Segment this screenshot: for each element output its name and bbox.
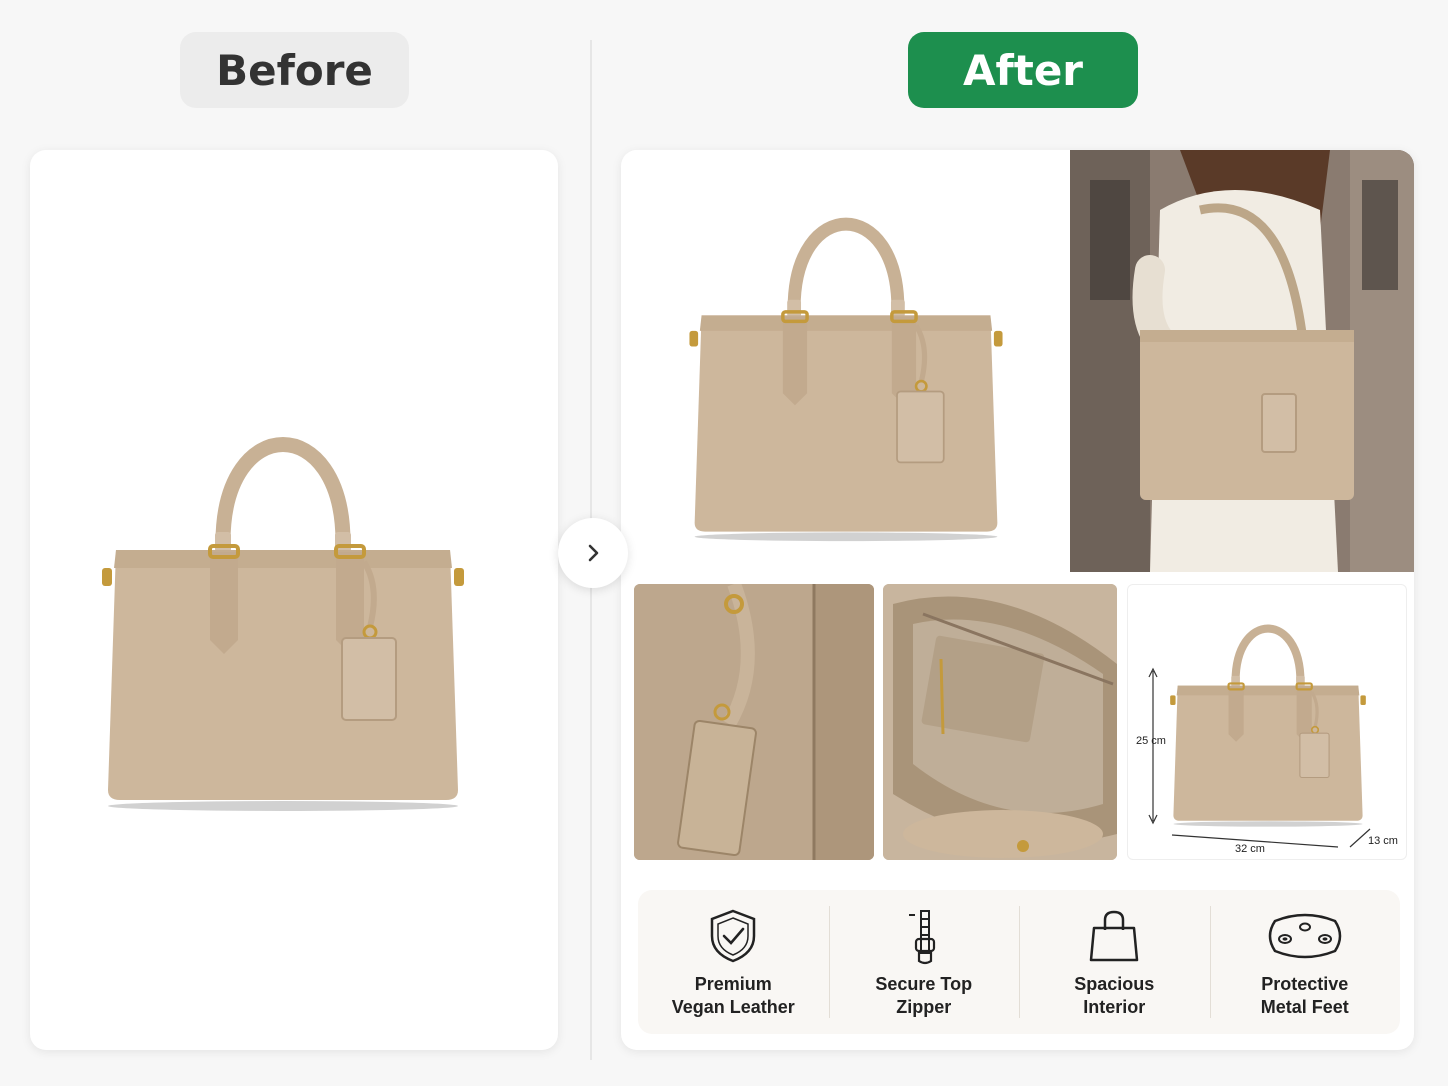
shopping-bag-icon: [1090, 910, 1139, 962]
before-image-card: [30, 150, 558, 1050]
feature-label-line2: Vegan Leather: [671, 997, 795, 1017]
width-dimension-label: 32 cm: [1235, 843, 1265, 855]
feature-label-line2: Interior: [1083, 997, 1146, 1017]
feature-label-line1: Protective: [1261, 974, 1349, 994]
feature-spacious-interior: Spacious Interior: [1019, 890, 1210, 1034]
feature-label-line2: Zipper: [896, 997, 952, 1017]
model-carrying-bag-image: [1070, 150, 1414, 572]
height-dimension-label: 25 cm: [1136, 735, 1166, 747]
lifestyle-image[interactable]: [1070, 150, 1414, 572]
leather-tag-closeup-image: [634, 584, 874, 860]
feature-metal-feet: Protective Metal Feet: [1209, 890, 1401, 1034]
feature-label-line1: Secure Top: [875, 974, 973, 994]
feature-label-line2: Metal Feet: [1260, 997, 1349, 1017]
main-handbag-image: [624, 150, 1061, 570]
before-label: Before: [180, 32, 409, 108]
dimensions-diagram: [1148, 585, 1371, 848]
depth-dimension-label: 13 cm: [1368, 835, 1398, 847]
features-panel: Premium Vegan Leather Secure Top Zipper: [638, 890, 1400, 1034]
main-product-image[interactable]: [624, 150, 1061, 570]
feature-label-line1: Premium: [694, 974, 772, 994]
shield-check-icon: [711, 909, 756, 963]
feature-label-line1: Spacious: [1074, 974, 1155, 994]
after-label: After: [908, 32, 1138, 108]
before-handbag-image: [96, 382, 470, 812]
metal-feet-icon: [1268, 913, 1341, 959]
dimensions-image[interactable]: 25 cm 32 cm 13 cm: [1127, 584, 1407, 860]
feature-vegan-leather: Premium Vegan Leather: [638, 890, 829, 1034]
detail-closeup-image[interactable]: [634, 584, 874, 860]
interior-image[interactable]: [883, 584, 1117, 860]
zipper-icon: [908, 910, 935, 965]
next-arrow-button[interactable]: [558, 518, 628, 588]
bag-interior-image: [883, 584, 1117, 860]
after-gallery-card: 25 cm 32 cm 13 cm Premium Vegan Leather: [621, 150, 1414, 1050]
feature-top-zipper: Secure Top Zipper: [828, 890, 1020, 1034]
chevron-right-icon: [588, 544, 599, 562]
